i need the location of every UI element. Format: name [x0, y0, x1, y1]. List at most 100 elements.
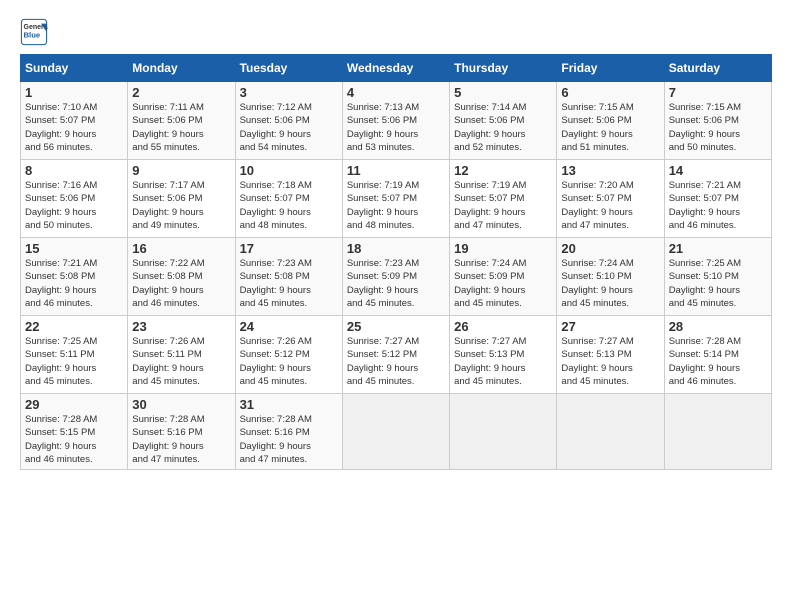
calendar-cell: 13Sunrise: 7:20 AM Sunset: 5:07 PM Dayli…	[557, 160, 664, 238]
calendar-cell: 15Sunrise: 7:21 AM Sunset: 5:08 PM Dayli…	[21, 238, 128, 316]
calendar-cell: 4Sunrise: 7:13 AM Sunset: 5:06 PM Daylig…	[342, 82, 449, 160]
day-number: 12	[454, 163, 552, 178]
day-number: 3	[240, 85, 338, 100]
day-number: 9	[132, 163, 230, 178]
calendar-cell: 6Sunrise: 7:15 AM Sunset: 5:06 PM Daylig…	[557, 82, 664, 160]
calendar-cell: 26Sunrise: 7:27 AM Sunset: 5:13 PM Dayli…	[450, 316, 557, 394]
calendar-cell: 16Sunrise: 7:22 AM Sunset: 5:08 PM Dayli…	[128, 238, 235, 316]
calendar-cell: 2Sunrise: 7:11 AM Sunset: 5:06 PM Daylig…	[128, 82, 235, 160]
day-header-thursday: Thursday	[450, 55, 557, 82]
day-header-wednesday: Wednesday	[342, 55, 449, 82]
day-number: 7	[669, 85, 767, 100]
calendar-cell: 29Sunrise: 7:28 AM Sunset: 5:15 PM Dayli…	[21, 394, 128, 470]
calendar-cell: 27Sunrise: 7:27 AM Sunset: 5:13 PM Dayli…	[557, 316, 664, 394]
day-number: 19	[454, 241, 552, 256]
day-number: 2	[132, 85, 230, 100]
calendar-cell	[664, 394, 771, 470]
calendar-cell: 5Sunrise: 7:14 AM Sunset: 5:06 PM Daylig…	[450, 82, 557, 160]
day-info: Sunrise: 7:26 AM Sunset: 5:12 PM Dayligh…	[240, 335, 338, 388]
day-header-sunday: Sunday	[21, 55, 128, 82]
calendar-cell: 7Sunrise: 7:15 AM Sunset: 5:06 PM Daylig…	[664, 82, 771, 160]
calendar-cell: 30Sunrise: 7:28 AM Sunset: 5:16 PM Dayli…	[128, 394, 235, 470]
day-number: 11	[347, 163, 445, 178]
calendar-week-5: 29Sunrise: 7:28 AM Sunset: 5:15 PM Dayli…	[21, 394, 772, 470]
calendar-cell: 12Sunrise: 7:19 AM Sunset: 5:07 PM Dayli…	[450, 160, 557, 238]
calendar-cell: 10Sunrise: 7:18 AM Sunset: 5:07 PM Dayli…	[235, 160, 342, 238]
calendar-week-2: 8Sunrise: 7:16 AM Sunset: 5:06 PM Daylig…	[21, 160, 772, 238]
calendar-cell: 19Sunrise: 7:24 AM Sunset: 5:09 PM Dayli…	[450, 238, 557, 316]
day-info: Sunrise: 7:21 AM Sunset: 5:07 PM Dayligh…	[669, 179, 767, 232]
day-number: 26	[454, 319, 552, 334]
day-number: 20	[561, 241, 659, 256]
day-info: Sunrise: 7:15 AM Sunset: 5:06 PM Dayligh…	[561, 101, 659, 154]
day-info: Sunrise: 7:12 AM Sunset: 5:06 PM Dayligh…	[240, 101, 338, 154]
svg-text:Blue: Blue	[24, 31, 41, 40]
day-info: Sunrise: 7:27 AM Sunset: 5:13 PM Dayligh…	[454, 335, 552, 388]
calendar-cell: 24Sunrise: 7:26 AM Sunset: 5:12 PM Dayli…	[235, 316, 342, 394]
calendar-cell: 1Sunrise: 7:10 AM Sunset: 5:07 PM Daylig…	[21, 82, 128, 160]
day-number: 29	[25, 397, 123, 412]
calendar-cell: 20Sunrise: 7:24 AM Sunset: 5:10 PM Dayli…	[557, 238, 664, 316]
calendar-cell: 18Sunrise: 7:23 AM Sunset: 5:09 PM Dayli…	[342, 238, 449, 316]
calendar-cell	[557, 394, 664, 470]
day-number: 13	[561, 163, 659, 178]
day-number: 27	[561, 319, 659, 334]
day-info: Sunrise: 7:23 AM Sunset: 5:09 PM Dayligh…	[347, 257, 445, 310]
day-info: Sunrise: 7:28 AM Sunset: 5:14 PM Dayligh…	[669, 335, 767, 388]
calendar-cell: 23Sunrise: 7:26 AM Sunset: 5:11 PM Dayli…	[128, 316, 235, 394]
calendar-cell: 11Sunrise: 7:19 AM Sunset: 5:07 PM Dayli…	[342, 160, 449, 238]
logo-icon: General Blue	[20, 18, 48, 46]
calendar-cell: 21Sunrise: 7:25 AM Sunset: 5:10 PM Dayli…	[664, 238, 771, 316]
day-info: Sunrise: 7:18 AM Sunset: 5:07 PM Dayligh…	[240, 179, 338, 232]
day-info: Sunrise: 7:14 AM Sunset: 5:06 PM Dayligh…	[454, 101, 552, 154]
day-info: Sunrise: 7:28 AM Sunset: 5:15 PM Dayligh…	[25, 413, 123, 466]
day-header-saturday: Saturday	[664, 55, 771, 82]
day-number: 6	[561, 85, 659, 100]
day-info: Sunrise: 7:27 AM Sunset: 5:12 PM Dayligh…	[347, 335, 445, 388]
day-info: Sunrise: 7:23 AM Sunset: 5:08 PM Dayligh…	[240, 257, 338, 310]
calendar-cell: 9Sunrise: 7:17 AM Sunset: 5:06 PM Daylig…	[128, 160, 235, 238]
day-info: Sunrise: 7:21 AM Sunset: 5:08 PM Dayligh…	[25, 257, 123, 310]
day-info: Sunrise: 7:20 AM Sunset: 5:07 PM Dayligh…	[561, 179, 659, 232]
day-number: 22	[25, 319, 123, 334]
header: General Blue	[20, 18, 772, 46]
day-number: 16	[132, 241, 230, 256]
day-info: Sunrise: 7:19 AM Sunset: 5:07 PM Dayligh…	[454, 179, 552, 232]
day-number: 24	[240, 319, 338, 334]
day-info: Sunrise: 7:11 AM Sunset: 5:06 PM Dayligh…	[132, 101, 230, 154]
day-number: 25	[347, 319, 445, 334]
day-info: Sunrise: 7:28 AM Sunset: 5:16 PM Dayligh…	[240, 413, 338, 466]
calendar-cell: 3Sunrise: 7:12 AM Sunset: 5:06 PM Daylig…	[235, 82, 342, 160]
day-info: Sunrise: 7:10 AM Sunset: 5:07 PM Dayligh…	[25, 101, 123, 154]
day-number: 28	[669, 319, 767, 334]
day-number: 23	[132, 319, 230, 334]
day-header-tuesday: Tuesday	[235, 55, 342, 82]
calendar-cell: 8Sunrise: 7:16 AM Sunset: 5:06 PM Daylig…	[21, 160, 128, 238]
day-info: Sunrise: 7:24 AM Sunset: 5:10 PM Dayligh…	[561, 257, 659, 310]
day-info: Sunrise: 7:16 AM Sunset: 5:06 PM Dayligh…	[25, 179, 123, 232]
day-number: 21	[669, 241, 767, 256]
day-info: Sunrise: 7:26 AM Sunset: 5:11 PM Dayligh…	[132, 335, 230, 388]
day-number: 4	[347, 85, 445, 100]
calendar-cell	[450, 394, 557, 470]
day-number: 5	[454, 85, 552, 100]
day-number: 15	[25, 241, 123, 256]
day-info: Sunrise: 7:28 AM Sunset: 5:16 PM Dayligh…	[132, 413, 230, 466]
calendar-week-4: 22Sunrise: 7:25 AM Sunset: 5:11 PM Dayli…	[21, 316, 772, 394]
day-number: 10	[240, 163, 338, 178]
logo: General Blue	[20, 18, 50, 46]
calendar-cell: 25Sunrise: 7:27 AM Sunset: 5:12 PM Dayli…	[342, 316, 449, 394]
calendar-cell: 14Sunrise: 7:21 AM Sunset: 5:07 PM Dayli…	[664, 160, 771, 238]
day-header-friday: Friday	[557, 55, 664, 82]
day-number: 14	[669, 163, 767, 178]
calendar-cell: 22Sunrise: 7:25 AM Sunset: 5:11 PM Dayli…	[21, 316, 128, 394]
calendar-header-row: SundayMondayTuesdayWednesdayThursdayFrid…	[21, 55, 772, 82]
calendar-week-3: 15Sunrise: 7:21 AM Sunset: 5:08 PM Dayli…	[21, 238, 772, 316]
day-number: 8	[25, 163, 123, 178]
day-info: Sunrise: 7:24 AM Sunset: 5:09 PM Dayligh…	[454, 257, 552, 310]
day-info: Sunrise: 7:17 AM Sunset: 5:06 PM Dayligh…	[132, 179, 230, 232]
day-info: Sunrise: 7:27 AM Sunset: 5:13 PM Dayligh…	[561, 335, 659, 388]
calendar-cell	[342, 394, 449, 470]
day-info: Sunrise: 7:25 AM Sunset: 5:10 PM Dayligh…	[669, 257, 767, 310]
day-number: 1	[25, 85, 123, 100]
